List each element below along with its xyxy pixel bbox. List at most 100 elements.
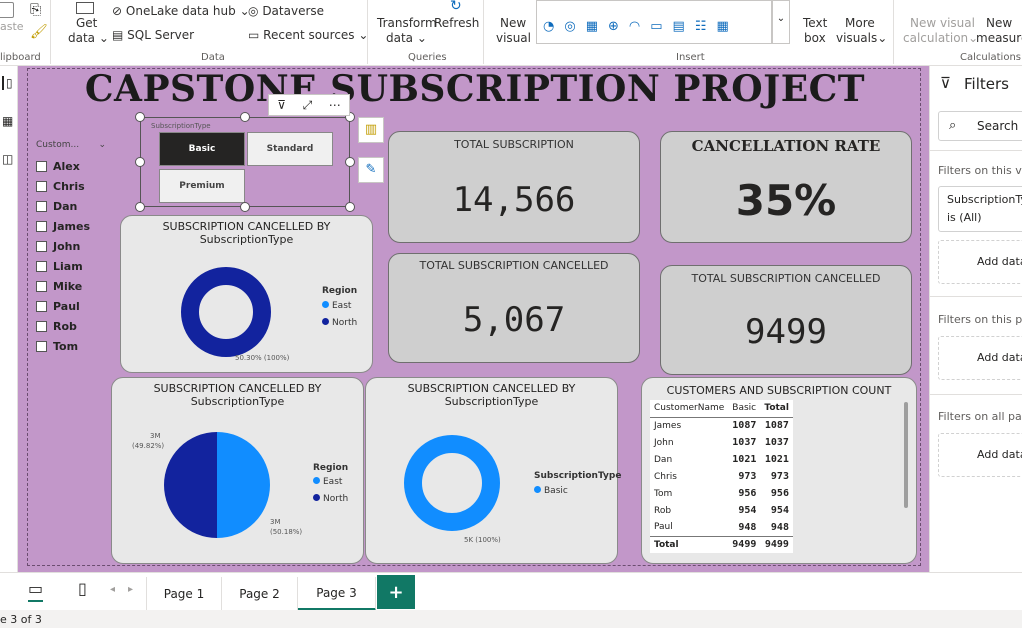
add-data-fields-visual[interactable]: Add data xyxy=(938,240,1022,284)
resize-handle[interactable] xyxy=(135,157,145,167)
donut-chart-subscription-type[interactable]: SUBSCRIPTION CANCELLED BY SubscriptionTy… xyxy=(365,377,621,564)
table-row[interactable]: Paul 948 948 xyxy=(650,519,793,536)
card-total-cancelled[interactable]: TOTAL SUBSCRIPTION CANCELLED 5,067 xyxy=(388,253,640,363)
slicer-button-basic[interactable]: Basic xyxy=(159,132,245,166)
visuals-gallery[interactable]: ◔ ◎ ▦ ⊕ ◠ ▭ ▤ ☷ ▦ xyxy=(536,0,772,44)
add-page-button[interactable]: + xyxy=(377,575,415,609)
report-view-icon[interactable]: ▯ xyxy=(2,76,13,90)
pie-chart-region[interactable]: SUBSCRIPTION CANCELLED BY SubscriptionTy… xyxy=(111,377,364,564)
table-row[interactable]: Rob 954 954 xyxy=(650,502,793,519)
checkbox[interactable] xyxy=(36,280,47,292)
tab-page-1[interactable]: Page 1 xyxy=(146,577,222,611)
resize-handle[interactable] xyxy=(240,112,250,122)
recent-sources-button[interactable]: ▭ Recent sources ⌄ xyxy=(248,28,368,42)
format-painter-icon[interactable]: 🖌 xyxy=(30,24,48,40)
slicer-item-tom[interactable]: Tom xyxy=(36,336,106,356)
kpi-visual-icon[interactable]: ▤ xyxy=(673,19,685,34)
new-visual-calculation-label-2[interactable]: calculation⌄ xyxy=(903,31,978,45)
text-box-button[interactable]: Text xyxy=(803,16,827,30)
map-visual-icon[interactable]: ⊕ xyxy=(608,19,619,34)
add-data-fields-page[interactable]: Add data xyxy=(938,336,1022,380)
legend-item-north[interactable]: North xyxy=(313,494,348,504)
slicer-item-rob[interactable]: Rob xyxy=(36,316,106,336)
table-view-icon[interactable]: ▦ xyxy=(2,114,13,128)
add-data-fields-all[interactable]: Add data xyxy=(938,433,1022,477)
slicer-item-mike[interactable]: Mike xyxy=(36,276,106,296)
new-visual-label-2[interactable]: visual xyxy=(496,31,531,45)
table-row[interactable]: John 1037 1037 xyxy=(650,434,793,451)
new-visual-button[interactable]: New xyxy=(500,16,526,30)
slicer-button-standard[interactable]: Standard xyxy=(247,132,333,166)
transform-data-label-2[interactable]: data ⌄ xyxy=(386,31,427,45)
focus-mode-icon[interactable]: ⤢ xyxy=(303,98,313,113)
column-header[interactable]: Total xyxy=(760,400,793,418)
paste-label[interactable]: aste xyxy=(0,20,24,33)
get-data-label-2[interactable]: data ⌄ xyxy=(68,31,109,45)
slicer-item-paul[interactable]: Paul xyxy=(36,296,106,316)
checkbox[interactable] xyxy=(36,320,47,332)
table-row[interactable]: Dan 1021 1021 xyxy=(650,451,793,468)
resize-handle[interactable] xyxy=(345,202,355,212)
tab-scroll-right-icon[interactable]: ▸ xyxy=(128,584,133,595)
checkbox[interactable] xyxy=(36,220,47,232)
format-visual-icon[interactable]: ✎ xyxy=(358,157,384,183)
sql-server-button[interactable]: ▤ SQL Server xyxy=(112,28,194,42)
checkbox[interactable] xyxy=(36,200,47,212)
pie-slice-east[interactable] xyxy=(217,432,270,538)
slicer-button-premium[interactable]: Premium xyxy=(159,169,245,203)
model-view-icon[interactable]: ◫ xyxy=(2,152,13,166)
checkbox[interactable] xyxy=(36,180,47,192)
gallery-expand-icon[interactable]: ⌄ xyxy=(772,0,790,44)
more-visuals-label-2[interactable]: visuals⌄ xyxy=(836,31,887,45)
checkbox[interactable] xyxy=(36,260,47,272)
checkbox[interactable] xyxy=(36,160,47,172)
slicer-item-chris[interactable]: Chris xyxy=(36,176,106,196)
table-row[interactable]: Chris 973 973 xyxy=(650,468,793,485)
resize-handle[interactable] xyxy=(135,112,145,122)
dataverse-button[interactable]: ◎ Dataverse xyxy=(248,4,324,18)
subscription-type-slicer[interactable]: SubscriptionType Basic Standard Premium xyxy=(140,117,350,207)
card-cancellation-rate[interactable]: CANCELLATION RATE 35% xyxy=(660,131,912,243)
card-total-cancelled-2[interactable]: TOTAL SUBSCRIPTION CANCELLED 9499 xyxy=(660,265,912,375)
new-measure-button[interactable]: New xyxy=(986,16,1012,30)
legend-item-north[interactable]: North xyxy=(322,318,357,328)
slicer-item-john[interactable]: John xyxy=(36,236,106,256)
new-visual-calculation-button[interactable]: New visual xyxy=(910,16,975,30)
desktop-layout-icon[interactable]: ▭ xyxy=(28,579,44,602)
donut-slice-north[interactable] xyxy=(181,267,271,357)
resize-handle[interactable] xyxy=(135,202,145,212)
slicer-item-alex[interactable]: Alex xyxy=(36,156,106,176)
get-data-icon[interactable] xyxy=(76,2,94,14)
text-box-label-2[interactable]: box xyxy=(804,31,826,45)
table-row[interactable]: James 1087 1087 xyxy=(650,417,793,434)
legend-item-basic[interactable]: Basic xyxy=(534,486,568,496)
donut-visual-icon[interactable]: ◎ xyxy=(564,19,575,34)
slicer-item-james[interactable]: James xyxy=(36,216,106,236)
customers-table[interactable]: CustomerName Basic Total James 1087 1087 John… xyxy=(650,400,793,553)
mobile-layout-icon[interactable]: ▯ xyxy=(78,579,87,598)
table-scrollbar[interactable] xyxy=(904,402,908,508)
paste-icon[interactable] xyxy=(0,2,14,18)
customer-slicer-header[interactable]: Custom... ⌄ xyxy=(36,140,106,150)
tab-page-3[interactable]: Page 3 xyxy=(298,577,376,611)
table-visual-icon[interactable]: ◔ xyxy=(543,19,554,34)
checkbox[interactable] xyxy=(36,300,47,312)
filter-card-subscription-type[interactable]: SubscriptionTy is (All) xyxy=(938,186,1022,232)
transform-data-button[interactable]: Transform xyxy=(377,16,437,30)
customers-table-visual[interactable]: CUSTOMERS AND SUBSCRIPTION COUNT Custome… xyxy=(641,377,917,564)
donut-slice-basic[interactable] xyxy=(404,435,500,531)
checkbox[interactable] xyxy=(36,340,47,352)
slicer-item-dan[interactable]: Dan xyxy=(36,196,106,216)
checkbox[interactable] xyxy=(36,240,47,252)
filters-search-input[interactable]: ⌕ Search xyxy=(938,111,1022,141)
column-header[interactable]: CustomerName xyxy=(650,400,729,418)
table-row[interactable]: Tom 956 956 xyxy=(650,485,793,502)
gauge-visual-icon[interactable]: ◠ xyxy=(629,19,640,34)
legend-item-east[interactable]: East xyxy=(322,301,351,311)
resize-handle[interactable] xyxy=(345,157,355,167)
tab-page-2[interactable]: Page 2 xyxy=(222,577,298,611)
treemap-visual-icon[interactable]: ▦ xyxy=(586,19,598,34)
refresh-button[interactable]: Refresh xyxy=(434,16,479,30)
card-total-subscription[interactable]: TOTAL SUBSCRIPTION 14,566 xyxy=(388,131,640,243)
new-measure-label-2[interactable]: measure xyxy=(976,31,1022,45)
